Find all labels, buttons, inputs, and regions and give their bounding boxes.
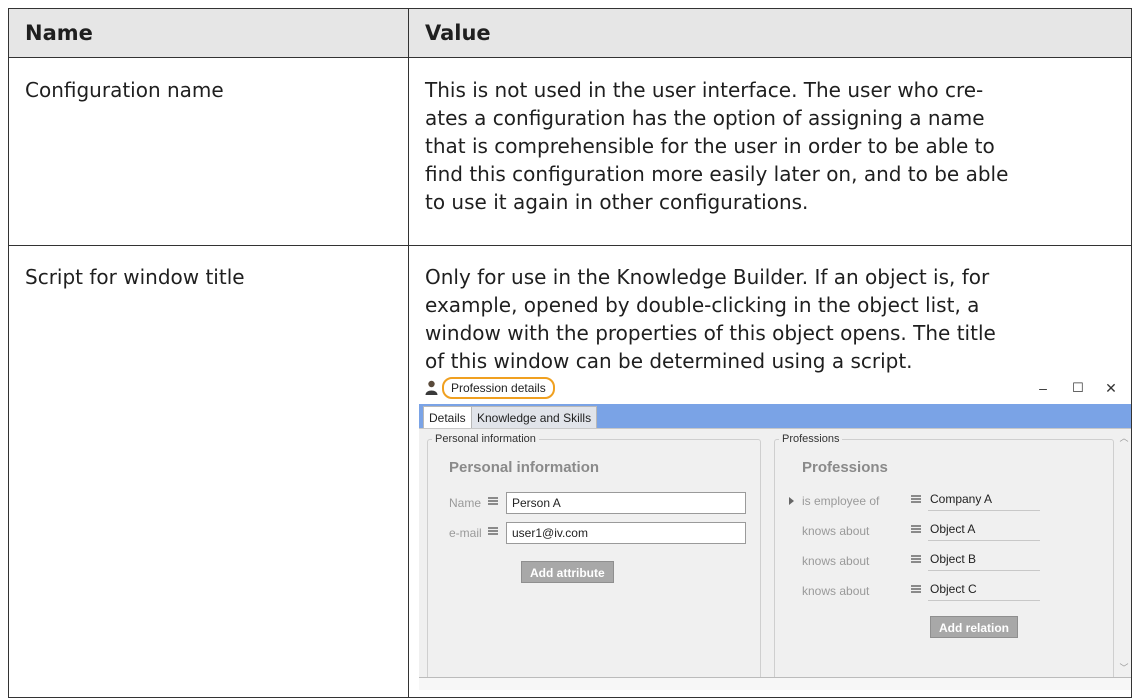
field-label-email: e-mail bbox=[449, 526, 482, 540]
tab-knowledge-and-skills[interactable]: Knowledge and Skills bbox=[471, 406, 598, 428]
email-input[interactable]: user1@iv.com bbox=[506, 522, 746, 544]
close-button[interactable]: ✕ bbox=[1099, 378, 1123, 398]
group-legend: Professions bbox=[779, 432, 843, 446]
field-label-name: Name bbox=[449, 496, 482, 510]
section-title: Professions bbox=[802, 459, 888, 476]
relation-value[interactable]: Object B bbox=[928, 548, 1040, 571]
relation-value[interactable]: Object A bbox=[928, 518, 1040, 541]
window-title: Profession details bbox=[442, 377, 555, 399]
group-legend: Personal information bbox=[432, 432, 539, 446]
menu-icon[interactable] bbox=[911, 495, 921, 503]
professions-group: Professions Professions is employee of C… bbox=[774, 432, 1114, 681]
row-2-name: Script for window title bbox=[25, 265, 245, 289]
profession-details-window: Profession details – ☐ ✕ Details Knowled… bbox=[419, 376, 1131, 690]
relation-label: knows about bbox=[802, 584, 870, 598]
personal-information-group: Personal information Personal informatio… bbox=[427, 432, 761, 681]
menu-icon[interactable] bbox=[488, 497, 498, 505]
column-divider bbox=[408, 9, 409, 697]
row-2-value-line: window with the properties of this objec… bbox=[425, 321, 996, 345]
row-1-name: Configuration name bbox=[25, 78, 224, 102]
row-1-value-line: ates a configuration has the option of a… bbox=[425, 106, 985, 130]
tab-details[interactable]: Details bbox=[423, 406, 472, 428]
relation-label: knows about bbox=[802, 524, 870, 538]
menu-icon[interactable] bbox=[911, 555, 921, 563]
relation-label: knows about bbox=[802, 554, 870, 568]
row-2-value: Only for use in the Knowledge Builder. I… bbox=[425, 263, 1115, 375]
row-1-value-line: This is not used in the user interface. … bbox=[425, 78, 984, 102]
window-titlebar: Profession details – ☐ ✕ bbox=[419, 376, 1131, 400]
window-tabbar: Details Knowledge and Skills bbox=[419, 404, 1131, 428]
header-name: Name bbox=[25, 21, 93, 45]
minimize-button[interactable]: – bbox=[1031, 378, 1055, 398]
menu-icon[interactable] bbox=[911, 525, 921, 533]
row-1-value-line: that is comprehensible for the user in o… bbox=[425, 134, 995, 158]
relation-value[interactable]: Object C bbox=[928, 578, 1040, 601]
menu-icon[interactable] bbox=[488, 527, 498, 535]
name-input[interactable]: Person A bbox=[506, 492, 746, 514]
section-title: Personal information bbox=[449, 459, 600, 476]
header-value: Value bbox=[425, 21, 491, 45]
maximize-button[interactable]: ☐ bbox=[1066, 378, 1090, 398]
row-1-value: This is not used in the user interface. … bbox=[425, 76, 1115, 216]
row-2-value-line: Only for use in the Knowledge Builder. I… bbox=[425, 265, 990, 289]
row-1-value-line: find this configuration more easily late… bbox=[425, 162, 1009, 186]
relation-label: is employee of bbox=[802, 494, 880, 508]
relation-value[interactable]: Company A bbox=[928, 488, 1040, 511]
menu-icon[interactable] bbox=[911, 585, 921, 593]
scroll-down-icon[interactable]: ﹀ bbox=[1119, 663, 1129, 673]
row-2-value-line: example, opened by double-clicking in th… bbox=[425, 293, 980, 317]
window-body: Personal information Personal informatio… bbox=[419, 428, 1131, 690]
row-2-value-line: of this window can be determined using a… bbox=[425, 349, 913, 373]
window-footer bbox=[419, 677, 1131, 690]
row-1-value-line: to use it again in other configurations. bbox=[425, 190, 809, 214]
add-attribute-button[interactable]: Add attribute bbox=[521, 561, 614, 583]
person-icon bbox=[425, 380, 438, 395]
expand-arrow-icon[interactable] bbox=[789, 497, 794, 505]
row-divider bbox=[9, 245, 1131, 246]
scroll-up-icon[interactable]: ︿ bbox=[1119, 433, 1129, 443]
add-relation-button[interactable]: Add relation bbox=[930, 616, 1019, 638]
table-header-row: Name Value bbox=[9, 9, 1131, 58]
